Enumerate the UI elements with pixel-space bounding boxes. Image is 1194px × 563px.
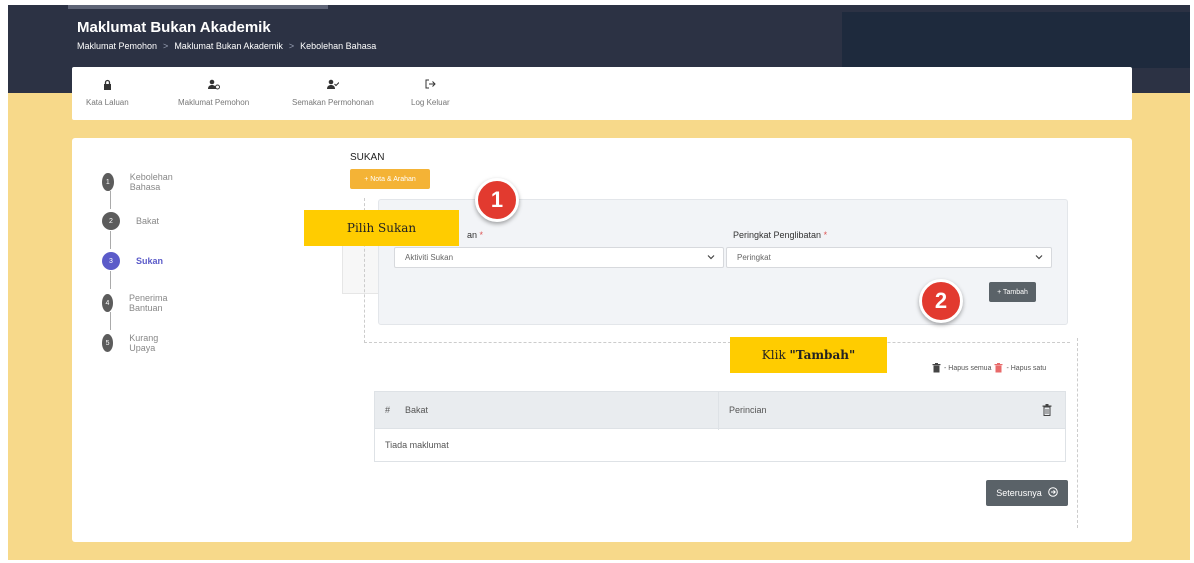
breadcrumb-item-kebolehan-bahasa[interactable]: Kebolehan Bahasa <box>300 41 376 51</box>
hapus-semua-label: - Hapus semua <box>944 364 992 372</box>
sign-out-icon <box>425 77 436 91</box>
callout-klik-tambah: Klik "Tambah" <box>730 337 887 373</box>
top-navbar: Kata Laluan Maklumat Pemohon Semakan Per… <box>72 67 1132 120</box>
nota-arahan-button[interactable]: + Nota & Arahan <box>350 169 430 189</box>
callout-bold: "Tambah" <box>789 348 856 362</box>
step-penerima-bantuan[interactable]: 4 Penerima Bantuan <box>102 293 175 313</box>
step-connector <box>110 191 111 209</box>
trash-red-icon <box>994 363 1003 373</box>
callout-prefix: Klik <box>761 348 786 362</box>
aktiviti-select-value: Aktiviti Sukan <box>405 253 454 262</box>
page-background: Maklumat Bukan Akademik Maklumat Pemohon… <box>8 5 1190 560</box>
nav-kata-laluan[interactable]: Kata Laluan <box>86 77 129 107</box>
column-divider <box>718 392 719 430</box>
hapus-legend: - Hapus semua - Hapus satu <box>932 363 1046 373</box>
header-strip <box>68 5 328 9</box>
step-sukan[interactable]: 3 Sukan <box>102 252 163 270</box>
trash-icon <box>932 363 941 373</box>
breadcrumb-item-bukan-akademik[interactable]: Maklumat Bukan Akademik <box>174 41 283 51</box>
arrow-circle-right-icon <box>1047 487 1058 499</box>
trash-all-icon[interactable] <box>1042 404 1052 418</box>
table-header: # Bakat Perincian <box>374 391 1066 430</box>
callout-pilih-sukan: Pilih Sukan <box>304 210 459 246</box>
chevron-down-icon <box>1035 253 1043 263</box>
step-label: Kurang Upaya <box>129 333 159 353</box>
step-label: Sukan <box>136 256 164 266</box>
step-kurang-upaya[interactable]: 5 Kurang Upaya <box>102 333 165 353</box>
sukan-form-panel: an * Aktiviti Sukan Peringkat Penglibata… <box>378 199 1068 325</box>
step-label: Penerima Bantuan <box>129 293 168 313</box>
step-bakat[interactable]: 2 Bakat <box>102 212 159 230</box>
sukan-table: # Bakat Perincian Tiada maklumat <box>374 391 1066 462</box>
breadcrumb-separator: > <box>288 41 295 51</box>
page-title: Maklumat Bukan Akademik <box>77 19 271 36</box>
peringkat-label: Peringkat Penglibatan * <box>733 230 828 240</box>
aktiviti-sukan-select[interactable]: Aktiviti Sukan <box>394 247 724 268</box>
step-number: 1 <box>102 173 114 191</box>
nav-label: Kata Laluan <box>86 98 129 107</box>
step-connector <box>110 271 111 289</box>
nav-maklumat-pemohon[interactable]: Maklumat Pemohon <box>178 77 249 107</box>
nav-log-keluar[interactable]: Log Keluar <box>411 77 450 107</box>
tambah-button[interactable]: + Tambah <box>989 282 1036 302</box>
nav-semakan-permohonan[interactable]: Semakan Permohonan <box>292 77 374 107</box>
col-perincian: Perincian <box>729 405 767 415</box>
aktiviti-label: an * <box>467 230 484 240</box>
step-number: 5 <box>102 334 114 352</box>
nav-label: Maklumat Pemohon <box>178 98 250 107</box>
seterusnya-label: Seterusnya <box>996 488 1042 498</box>
step-badge-2: 2 <box>919 279 963 323</box>
breadcrumb: Maklumat Pemohon > Maklumat Bukan Akadem… <box>77 41 376 51</box>
nav-label: Log Keluar <box>411 98 450 107</box>
breadcrumb-item-maklumat-pemohon[interactable]: Maklumat Pemohon <box>77 41 157 51</box>
main-card: 1 Kebolehan Bahasa 2 Bakat 3 Sukan 4 Pen… <box>72 138 1132 542</box>
nav-label: Semakan Permohonan <box>292 98 374 107</box>
seterusnya-button[interactable]: Seterusnya <box>986 480 1068 506</box>
peringkat-select[interactable]: Peringkat <box>726 247 1052 268</box>
step-label: Bakat <box>136 216 160 226</box>
table-dashed-border <box>1077 338 1078 528</box>
lock-icon <box>103 77 112 91</box>
peringkat-select-value: Peringkat <box>737 253 771 262</box>
header-right-panel <box>842 12 1190 68</box>
chevron-down-icon <box>707 253 715 263</box>
section-title: SUKAN <box>350 152 385 163</box>
step-connector <box>110 231 111 249</box>
user-group-icon <box>207 77 220 91</box>
step-number: 3 <box>102 252 120 270</box>
step-connector <box>110 312 111 330</box>
step-number: 4 <box>102 294 113 312</box>
step-kebolehan-bahasa[interactable]: 1 Kebolehan Bahasa <box>102 172 179 192</box>
step-number: 2 <box>102 212 120 230</box>
user-check-icon <box>326 77 339 91</box>
step-label: Kebolehan Bahasa <box>129 172 173 192</box>
hapus-satu-label: - Hapus satu <box>1006 364 1047 372</box>
col-bakat: Bakat <box>405 405 429 415</box>
step-badge-1: 1 <box>475 178 519 222</box>
table-row-empty: Tiada maklumat <box>374 429 1066 462</box>
breadcrumb-separator: > <box>163 41 169 51</box>
col-index: # <box>385 405 391 415</box>
